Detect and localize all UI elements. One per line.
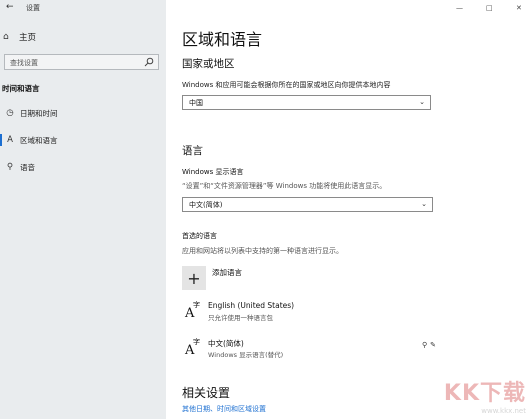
language-name: English (United States) [208,301,295,310]
preferred-languages-label: 首选的语言 [182,232,217,240]
watermark-logo: KK下载 [443,381,526,406]
preferred-languages-description: 应用和网站将以列表中支持的第一种语言进行显示。 [182,247,343,255]
display-language-value: 中文(简体) [189,201,223,209]
home-icon: ⌂ [3,32,9,42]
language-heading: 语言 [182,145,203,157]
region-language-icon: A [7,135,13,145]
chevron-down-icon: ⌄ [419,98,425,106]
microphone-icon: ⚲ [6,162,14,172]
plus-icon: + [187,268,201,288]
language-icon: A字 [185,301,200,321]
display-language-select[interactable]: 中文(简体) ⌄ [182,197,433,212]
language-icon: A字 [185,338,200,358]
display-language-label: Windows 显示语言 [182,168,244,176]
language-feature-icons: ⚲✎ [422,341,439,349]
sidebar-item-label: 日期和时间 [20,108,58,118]
title-bar: ← 设置 [0,0,166,16]
chevron-down-icon: ⌄ [421,200,427,208]
language-status: Windows 显示语言(替代) [208,351,284,359]
country-description: Windows 和应用可能会根据你所在的国家或地区向你提供本地内容 [182,81,391,89]
search-icon[interactable] [144,57,154,67]
back-arrow-icon[interactable]: ← [6,2,14,12]
sidebar-section-title: 时间和语言 [2,84,40,93]
language-name: 中文(简体) [208,339,244,348]
country-select-value: 中国 [189,99,203,107]
search-input[interactable]: 查找设置 [4,54,159,70]
watermark-url: www.kkx.net [481,407,526,415]
sidebar: ← 设置 ⌂ 主页 查找设置 时间和语言 ◷ 日期和时间 A 区域和语言 ⚲ 语… [0,0,166,419]
other-date-time-region-link[interactable]: 其他日期、时间和区域设置 [182,404,266,414]
add-language-button[interactable]: + [182,266,206,290]
page-title: 区域和语言 [182,30,263,49]
home-label: 主页 [19,33,37,43]
app-title: 设置 [26,4,40,12]
main-content: — □ ✕ 区域和语言 国家或地区 Windows 和应用可能会根据你所在的国家… [166,0,532,419]
watermark: KK下载 www.kkx.net [444,375,526,415]
related-settings-heading: 相关设置 [182,386,231,400]
language-list-item[interactable]: A字 English (United States) 只允许使用一种语言包 [182,298,512,322]
minimize-button[interactable]: — [456,4,463,12]
close-button[interactable]: ✕ [516,4,522,12]
sidebar-item-speech[interactable]: ⚲ 语音 [3,160,35,174]
language-list-item[interactable]: A字 中文(简体) Windows 显示语言(替代) ⚲✎ [182,335,512,359]
calendar-clock-icon: ◷ [6,108,14,118]
country-select[interactable]: 中国 ⌄ [182,95,431,110]
country-heading: 国家或地区 [182,58,235,70]
search-placeholder: 查找设置 [10,59,38,67]
sidebar-item-region-language[interactable]: A 区域和语言 [0,133,58,147]
sidebar-item-label: 语音 [20,162,35,172]
maximize-button[interactable]: □ [486,4,493,12]
add-language-label[interactable]: 添加语言 [212,267,242,278]
sidebar-item-date-time[interactable]: ◷ 日期和时间 [3,106,58,120]
language-status: 只允许使用一种语言包 [208,314,273,322]
home-nav-item[interactable]: ⌂ 主页 [3,30,36,44]
sidebar-item-label: 区域和语言 [20,135,58,145]
display-language-description: “设置”和“文件资源管理器”等 Windows 功能将使用此语言显示。 [182,182,387,190]
